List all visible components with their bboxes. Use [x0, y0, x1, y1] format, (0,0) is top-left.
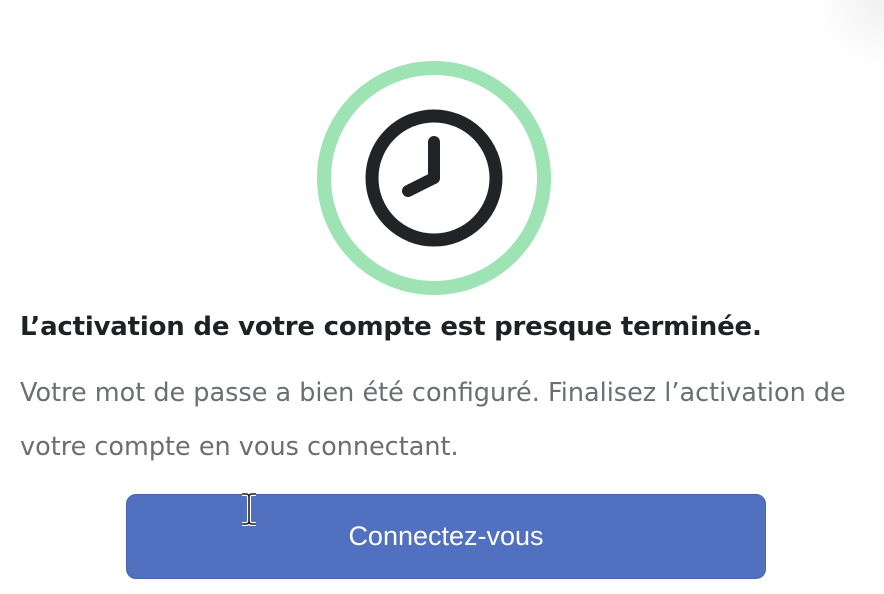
connect-button-label: Connectez-vous	[348, 521, 544, 551]
connect-button[interactable]: Connectez-vous	[126, 494, 766, 579]
clock-icon	[317, 61, 551, 295]
status-clock-badge	[316, 60, 552, 296]
page-title: L’activation de votre compte est presque…	[20, 312, 762, 342]
corner-shadow	[814, 0, 884, 70]
text-cursor-icon	[242, 492, 256, 526]
info-message: Votre mot de passe a bien été configuré.…	[20, 378, 846, 462]
